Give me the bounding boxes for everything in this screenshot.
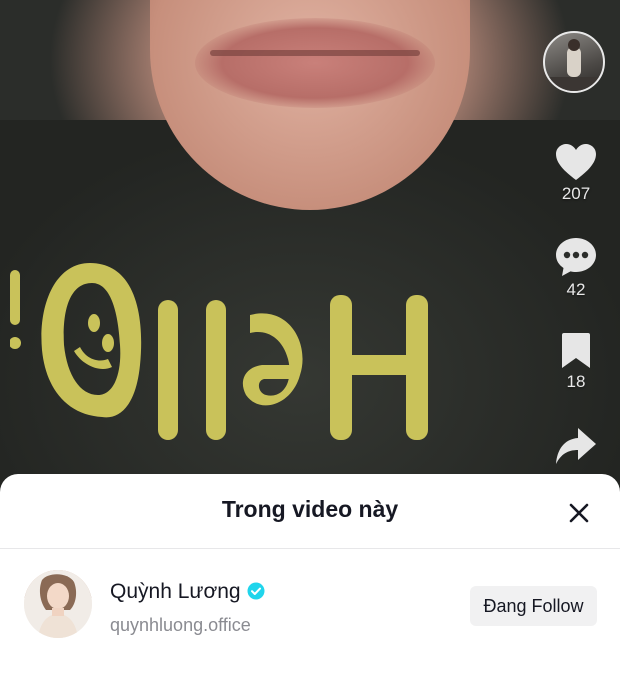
lips [195,18,435,108]
sheet-title: Trong video này [221,496,399,522]
shirt-print-graphic [10,263,428,440]
avatar[interactable] [24,570,92,638]
save-action[interactable]: 18 [548,332,604,392]
share-icon [556,428,596,464]
creator-avatar-small[interactable] [543,31,605,93]
user-name[interactable]: Quỳnh Lương [110,580,241,603]
bookmark-icon [562,333,590,368]
comment-icon [556,238,596,276]
heart-icon [556,144,596,180]
share-action[interactable] [548,426,604,466]
lip-line [210,50,420,56]
close-icon [569,503,589,523]
user-handle[interactable]: quynhluong.office [110,615,251,636]
user-name-row[interactable]: Quỳnh Lương [110,580,265,604]
save-count: 18 [566,372,586,391]
verified-badge-icon [247,582,265,600]
comment-action[interactable]: 42 [548,236,604,300]
in-this-video-sheet: Trong video này Quỳnh Lương quynhluong.o… [0,474,620,686]
like-count: 207 [561,184,591,203]
comment-count: 42 [566,280,586,299]
like-action[interactable]: 207 [548,142,604,204]
user-avatar-image [24,570,92,638]
user-row[interactable]: Quỳnh Lương quynhluong.office Đang Follo… [0,570,620,642]
tiktok-video-screen: 207 42 18 Trong video này Quỳnh Lương qu… [0,0,620,686]
sheet-divider [0,548,620,549]
following-button[interactable]: Đang Follow [470,586,597,626]
close-button[interactable] [562,496,596,530]
creator-avatar-image [545,39,603,91]
